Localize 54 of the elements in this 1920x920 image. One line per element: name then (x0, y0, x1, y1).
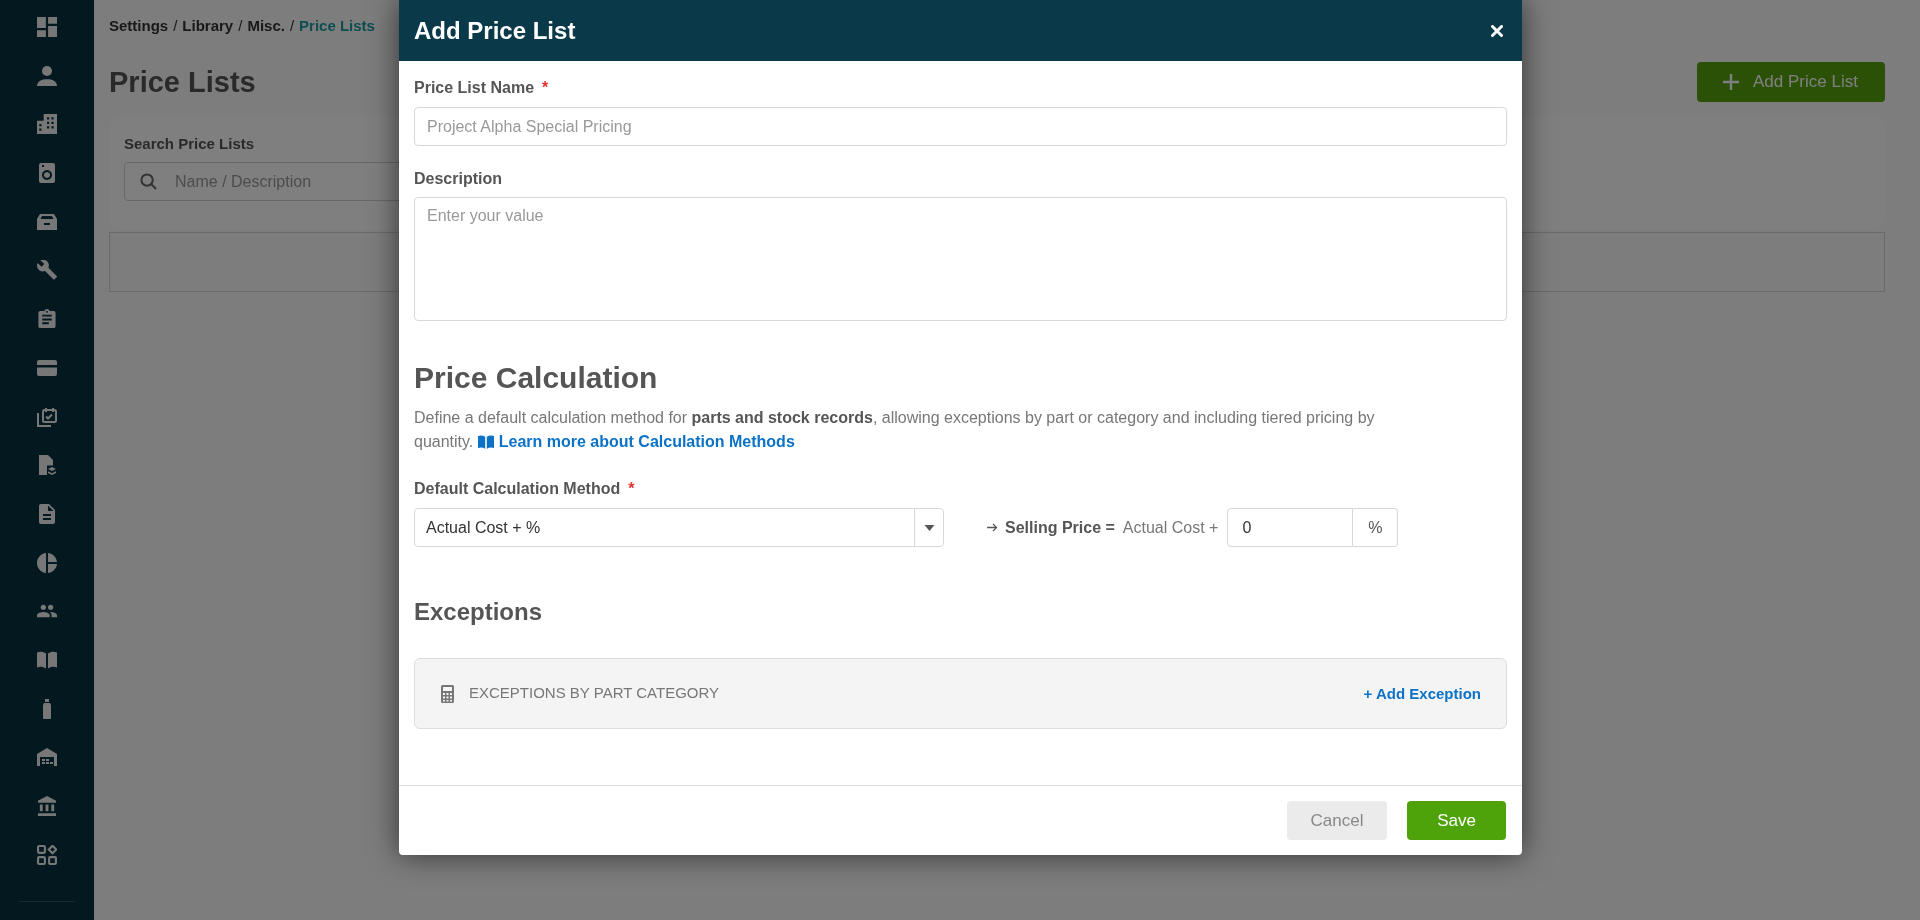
dialog-title: Add Price List (414, 15, 576, 46)
field-label: Price List Name (414, 78, 535, 98)
percent-addon: % (1353, 508, 1399, 547)
book-icon (477, 435, 494, 449)
card-icon[interactable] (37, 357, 57, 378)
calendar-check-icon[interactable] (37, 406, 57, 427)
book-icon[interactable] (37, 649, 57, 670)
section-heading: Exceptions (414, 597, 543, 627)
tray-icon[interactable] (37, 211, 57, 232)
search-label: Search Price Lists (124, 134, 255, 154)
pie-chart-icon[interactable] (37, 552, 57, 573)
close-icon[interactable] (1491, 24, 1503, 37)
description-field[interactable]: Enter your value (414, 197, 1507, 321)
section-heading: Price Calculation (414, 360, 658, 396)
section-description: Define a default calculation method for parts and stock records, allowing exceptions by part or category and including tiered pricing by quantity. Learn more about Calculation Methods (414, 406, 1414, 454)
caret-icon (923, 524, 935, 531)
bank-icon[interactable] (37, 796, 57, 816)
breadcrumb-link[interactable]: Settings (109, 16, 169, 36)
wrench-icon[interactable] (37, 260, 57, 281)
clipboard-icon[interactable] (37, 309, 57, 330)
required-mark: * (542, 78, 549, 98)
arrow-icon (987, 523, 998, 532)
formula-label: Selling Price = (1005, 517, 1115, 538)
formula-text: Actual Cost + (1122, 517, 1219, 538)
dashboard-icon[interactable] (37, 17, 57, 37)
apps-icon[interactable] (37, 844, 57, 865)
warehouse-icon[interactable] (37, 747, 57, 768)
file-layers-icon[interactable] (37, 455, 57, 476)
markup-input[interactable]: 0 (1227, 508, 1354, 547)
document-icon[interactable] (37, 503, 57, 524)
plus-icon (1723, 74, 1739, 90)
person-icon[interactable] (37, 65, 57, 86)
breadcrumb-link[interactable]: Library (182, 16, 234, 36)
buildings-icon[interactable] (37, 114, 57, 135)
breadcrumb-separator: / (238, 16, 243, 36)
breadcrumb-separator: / (289, 16, 295, 36)
required-mark: * (628, 479, 635, 499)
page-title: Price Lists (109, 65, 256, 100)
method-select[interactable]: Actual Cost + % (414, 508, 944, 547)
add-exception-link[interactable]: + Add Exception (1363, 683, 1481, 706)
calculator-icon (441, 684, 454, 703)
search-icon (140, 173, 157, 190)
cancel-button[interactable]: Cancel (1287, 801, 1387, 840)
learn-more-link[interactable]: Learn more about Calculation Methods (477, 430, 795, 454)
breadcrumb-separator: / (173, 16, 178, 36)
field-label: Default Calculation Method (414, 479, 621, 499)
add-price-list-button[interactable]: Add Price List (1697, 62, 1885, 102)
name-field[interactable]: Project Alpha Special Pricing (414, 107, 1507, 146)
washing-machine-icon[interactable] (37, 163, 57, 184)
breadcrumb-link[interactable]: Misc. (247, 16, 285, 36)
save-button[interactable]: Save (1407, 801, 1506, 840)
breadcrumb-current: Price Lists (299, 16, 375, 36)
panel-title: EXCEPTIONS BY PART CATEGORY (469, 683, 720, 704)
field-label: Description (414, 169, 502, 189)
